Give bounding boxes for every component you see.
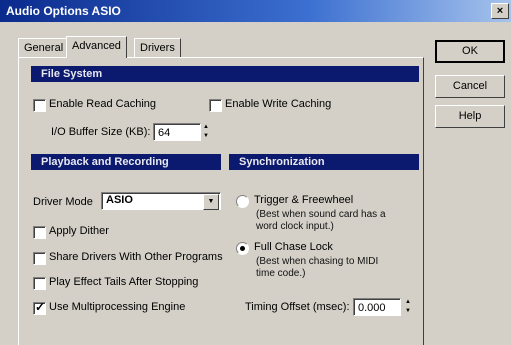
enable-read-caching-checkbox[interactable] bbox=[33, 99, 46, 112]
timing-offset-label: Timing Offset (msec): bbox=[245, 301, 350, 313]
trigger-freewheel-note-2: word clock input.) bbox=[256, 221, 334, 232]
ok-button[interactable]: OK bbox=[435, 40, 505, 63]
driver-mode-value: ASIO bbox=[106, 194, 133, 206]
io-buffer-size-label: I/O Buffer Size (KB): bbox=[51, 126, 151, 138]
synchronization-heading: Synchronization bbox=[229, 154, 419, 170]
timing-offset-spinner[interactable]: ▲ ▼ bbox=[404, 298, 412, 316]
tab-advanced[interactable]: Advanced bbox=[66, 36, 127, 58]
spin-down-icon[interactable]: ▼ bbox=[202, 132, 210, 141]
tab-general[interactable]: General bbox=[18, 38, 70, 57]
trigger-freewheel-label: Trigger & Freewheel bbox=[254, 194, 354, 206]
io-buffer-size-input[interactable]: 64 bbox=[153, 123, 201, 141]
audio-options-dialog: Audio Options ASIO × General Advanced Dr… bbox=[0, 0, 511, 345]
chevron-down-icon[interactable]: ▼ bbox=[203, 194, 219, 210]
full-chase-lock-label: Full Chase Lock bbox=[254, 241, 333, 253]
playback-recording-heading: Playback and Recording bbox=[31, 154, 221, 170]
driver-mode-label: Driver Mode bbox=[33, 196, 93, 208]
share-drivers-label: Share Drivers With Other Programs bbox=[49, 251, 223, 263]
trigger-freewheel-note-1: (Best when sound card has a bbox=[256, 209, 386, 220]
cancel-button[interactable]: Cancel bbox=[435, 75, 505, 98]
full-chase-lock-radio[interactable] bbox=[236, 242, 249, 255]
apply-dither-checkbox[interactable] bbox=[33, 226, 46, 239]
tab-drivers[interactable]: Drivers bbox=[134, 38, 181, 57]
spin-down-icon[interactable]: ▼ bbox=[404, 307, 412, 316]
share-drivers-checkbox[interactable] bbox=[33, 252, 46, 265]
play-effect-tails-checkbox[interactable] bbox=[33, 277, 46, 290]
io-buffer-size-spinner[interactable]: ▲ ▼ bbox=[202, 123, 210, 141]
enable-write-caching-label: Enable Write Caching bbox=[225, 98, 332, 110]
timing-offset-input[interactable]: 0.000 bbox=[353, 298, 401, 316]
file-system-heading: File System bbox=[31, 66, 419, 82]
close-icon[interactable]: × bbox=[491, 3, 509, 19]
full-chase-lock-note-2: time code.) bbox=[256, 268, 306, 279]
play-effect-tails-label: Play Effect Tails After Stopping bbox=[49, 276, 199, 288]
enable-read-caching-label: Enable Read Caching bbox=[49, 98, 157, 110]
title-bar: Audio Options ASIO × bbox=[0, 0, 511, 22]
advanced-panel: File System Enable Read Caching Enable W… bbox=[18, 57, 424, 345]
window-title: Audio Options ASIO bbox=[6, 4, 121, 18]
full-chase-lock-note-1: (Best when chasing to MIDI bbox=[256, 256, 379, 267]
driver-mode-select[interactable]: ASIO ▼ bbox=[101, 192, 221, 210]
apply-dither-label: Apply Dither bbox=[49, 225, 109, 237]
use-multiprocessing-checkbox[interactable] bbox=[33, 300, 46, 315]
help-button[interactable]: Help bbox=[435, 105, 505, 128]
enable-write-caching-checkbox[interactable] bbox=[209, 99, 222, 112]
trigger-freewheel-radio[interactable] bbox=[236, 195, 249, 208]
spin-up-icon[interactable]: ▲ bbox=[202, 123, 210, 132]
spin-up-icon[interactable]: ▲ bbox=[404, 298, 412, 307]
use-multiprocessing-label: Use Multiprocessing Engine bbox=[49, 301, 186, 313]
